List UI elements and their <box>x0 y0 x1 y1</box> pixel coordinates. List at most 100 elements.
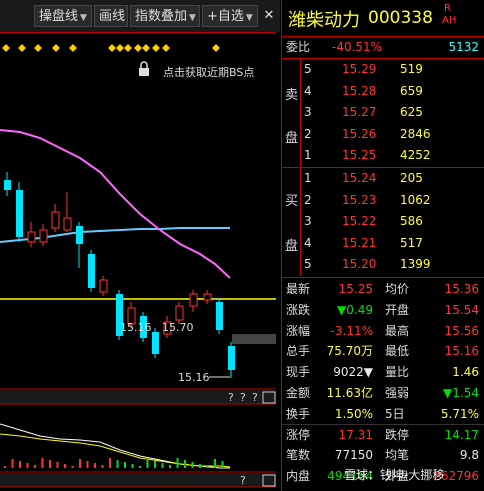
candle-body <box>27 231 36 243</box>
ask-row[interactable]: 3 15.27 625 <box>282 102 484 123</box>
sub-bar <box>199 464 201 468</box>
bid-price: 15.21 <box>342 235 377 250</box>
sub-bar <box>116 460 119 468</box>
indicator-line-label: 操盘线 <box>39 9 79 24</box>
quote-value: -3.11% <box>330 323 373 338</box>
quote-label: 内盘 <box>286 469 311 484</box>
bid-price: 15.24 <box>342 171 377 185</box>
ask-row[interactable]: 5 15.29 519 <box>282 59 484 80</box>
sub-bar <box>139 466 141 468</box>
watermark: 雪球：钱坤-大挪移 <box>344 468 445 482</box>
sub-bar <box>109 458 111 468</box>
sub-bar <box>4 466 6 468</box>
add-watchlist-label: +自选 <box>207 9 244 24</box>
quote-label: 量比 <box>385 365 410 380</box>
help-icon[interactable]: ? <box>252 391 258 404</box>
ask-level: 5 <box>304 62 312 76</box>
candle-body <box>4 180 11 190</box>
quote-label: 开盘 <box>385 302 410 317</box>
candle-body <box>228 346 235 370</box>
quote-label: 强弱 <box>385 386 410 400</box>
quote-label: 现手 <box>286 365 311 380</box>
help-icon[interactable]: ? <box>228 391 234 404</box>
ask-volume: 2846 <box>400 126 431 141</box>
ask-row[interactable]: 2 15.26 2846 <box>282 124 484 145</box>
bid-price: 15.23 <box>342 192 377 207</box>
quote-value: 14.17 <box>444 427 479 442</box>
quote-label: 总手 <box>286 344 311 359</box>
ask-price: 15.27 <box>342 105 377 120</box>
sub-bar <box>161 463 164 468</box>
sub-bar <box>169 465 171 468</box>
quote-row: 笔数 77150 均笔 9.8 <box>282 445 484 466</box>
draw-line-button[interactable]: 画线 <box>94 5 128 27</box>
chevron-down-icon: ▼ <box>189 13 196 23</box>
bid-row[interactable]: 5 15.20 1399 <box>282 254 484 275</box>
ask-row[interactable]: 1 15.25 4252 <box>282 145 484 166</box>
kline-chart[interactable]: 点击获取近期BS点 15.16 15.70 15.16 ? ? ? ? <box>0 32 276 491</box>
quote-label: 涨跌 <box>286 302 311 317</box>
flag-r: R <box>444 3 451 14</box>
quote-row: 换手 1.50% 5日 5.71% <box>282 404 484 425</box>
bid-row[interactable]: 3 15.22 586 <box>282 211 484 232</box>
bid-volume: 586 <box>400 214 423 229</box>
quote-row: 最新 15.25 均价 15.36 <box>282 279 484 300</box>
commission-ratio: -40.51% <box>332 40 383 54</box>
add-watchlist-dropdown[interactable]: +自选 ▼ <box>202 5 258 27</box>
candle-body <box>88 254 95 288</box>
buy-label: 盘 <box>285 239 299 254</box>
quote-label: 涨幅 <box>286 323 311 338</box>
help-icon[interactable]: ? <box>240 474 246 487</box>
quote-row: 总手 75.70万 最低 15.16 <box>282 341 484 362</box>
ask-price: 15.26 <box>342 126 377 141</box>
price-label-mid: 15.70 <box>162 321 194 334</box>
quote-value: 1.50% <box>334 406 373 421</box>
indicator-header-bar-2 <box>0 473 276 487</box>
quote-label: 最低 <box>385 344 410 359</box>
candle-body <box>51 211 60 229</box>
sub-bar <box>191 462 194 468</box>
quote-value: 77150 <box>334 448 373 463</box>
close-icon[interactable]: ✕ <box>260 5 278 27</box>
quote-value: 1.46 <box>452 365 479 380</box>
index-overlay-dropdown[interactable]: 指数叠加 ▼ <box>130 5 200 27</box>
commission-diff: 5132 <box>448 40 479 54</box>
ask-price: 15.28 <box>342 83 377 98</box>
ask-level: 4 <box>304 83 312 98</box>
ask-volume: 625 <box>400 105 423 120</box>
quote-label: 跌停 <box>385 427 410 442</box>
quote-label: 涨停 <box>286 427 311 442</box>
help-icon[interactable]: ? <box>240 391 246 404</box>
commission-label: 委比 <box>286 40 311 54</box>
stock-header: 潍柴动力 000338 R AH <box>282 0 484 36</box>
crosshair-strip <box>232 334 276 344</box>
bid-row[interactable]: 1 15.24 205 <box>282 168 484 189</box>
sub-bar <box>131 464 134 468</box>
quote-value: 15.36 <box>444 282 479 296</box>
quote-row: 涨停 17.31 跌停 14.17 <box>282 425 484 446</box>
ask-row[interactable]: 4 15.28 659 <box>282 81 484 102</box>
sub-bar <box>206 466 209 468</box>
bid-row[interactable]: 4 15.21 517 <box>282 233 484 254</box>
stock-code: 000338 <box>368 8 433 28</box>
indicator-header-bar <box>0 390 276 404</box>
quote-value: ▼1.54 <box>443 386 479 400</box>
index-overlay-label: 指数叠加 <box>135 9 188 24</box>
bid-level: 4 <box>304 235 312 250</box>
sub-bar <box>221 461 224 468</box>
ask-volume: 519 <box>400 62 423 76</box>
quote-value: 5.71% <box>440 406 479 421</box>
bid-row[interactable]: 2 15.23 1062 <box>282 190 484 211</box>
quote-value: 15.25 <box>338 282 373 296</box>
quote-label: 最高 <box>385 323 410 338</box>
quote-label: 笔数 <box>286 448 311 463</box>
sub-bar <box>124 462 126 468</box>
buy-label: 买 <box>285 194 299 209</box>
quote-value: 75.70万 <box>326 344 373 359</box>
quote-panel: 潍柴动力 000338 R AH 委比 -40.51% 5132 5 15.29 5… <box>281 0 484 491</box>
sub-bar <box>94 463 96 468</box>
indicator-line-dropdown[interactable]: 操盘线 ▼ <box>34 5 92 27</box>
candle-body <box>16 190 23 237</box>
bs-point-hint[interactable]: 点击获取近期BS点 <box>163 66 254 79</box>
quote-row: 涨幅 -3.11% 最高 15.56 <box>282 321 484 342</box>
